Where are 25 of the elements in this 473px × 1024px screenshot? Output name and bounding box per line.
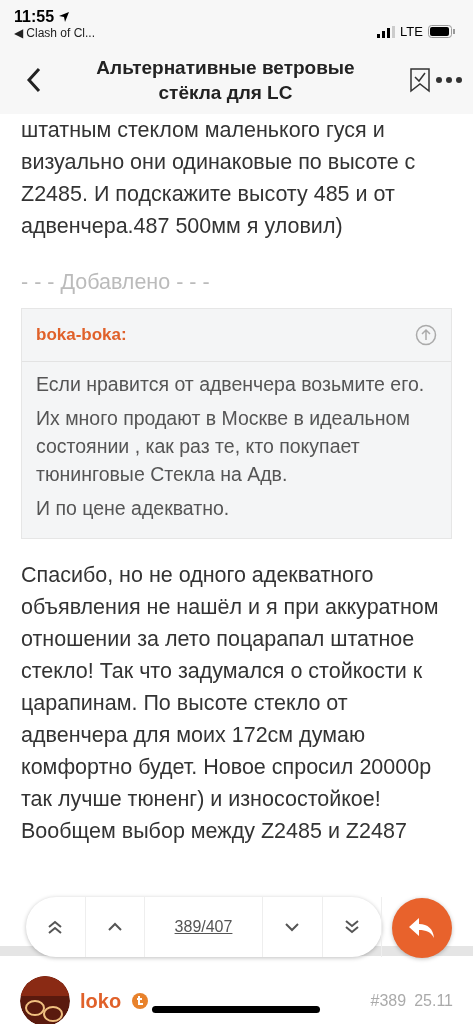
post-number[interactable]: #389 [370,992,407,1010]
more-icon[interactable] [435,76,463,84]
post-text: штатным стеклом маленького гуся и визуально они одинаковые по высоте с Z2485. И подскажите высоту 485 и от адвенчера.487 500мм я уловил) [21,117,417,240]
avatar[interactable] [20,976,70,1024]
quote-paragraph: И по цене адекватно. [36,496,231,521]
quote-paragraph: Если нравится от адвенчера возьмите его. [36,372,426,397]
quote-author[interactable]: boka-boka: [36,319,127,351]
reply-icon [409,918,435,938]
back-to-app-link[interactable]: ◀ Clash of Cl... [14,26,96,40]
signal-icon [377,25,396,38]
clock-time: 11:55 [14,8,55,26]
battery-icon [428,25,455,38]
location-arrow-icon [58,11,71,23]
post-author[interactable]: loko [80,989,122,1013]
added-separator: - - - Добавлено - - - [21,269,211,296]
network-label: LTE [400,24,423,39]
back-icon[interactable] [26,67,42,93]
bookmark-icon[interactable] [409,67,431,93]
post-date: 25.11 [414,992,453,1010]
thread-title: Альтернативные ветровые стёкла для LC [95,56,356,105]
quote-paragraph: Их много продают в Москве в идеальном состоянии , как раз те, кто покупает тюнинговые Стекла на Адв. [36,406,411,487]
reply-text: Спасибо, но не одного адекватного объявления не нашёл и я при аккуратном отношении за лето поцарапал штатное стекло! Так что задумался о стойкости к царапинам. По высоте стекло от адвенчера для моих 172см думаю комфортно будет. Новое спросил 20000р так лучше тюненг) и износостойкое! Вообщем выбор между Z2485 и Z2487 [21,562,440,845]
badge-icon [131,992,150,1010]
reply-button[interactable] [392,898,452,958]
post-position[interactable]: 389/407 [145,897,263,957]
